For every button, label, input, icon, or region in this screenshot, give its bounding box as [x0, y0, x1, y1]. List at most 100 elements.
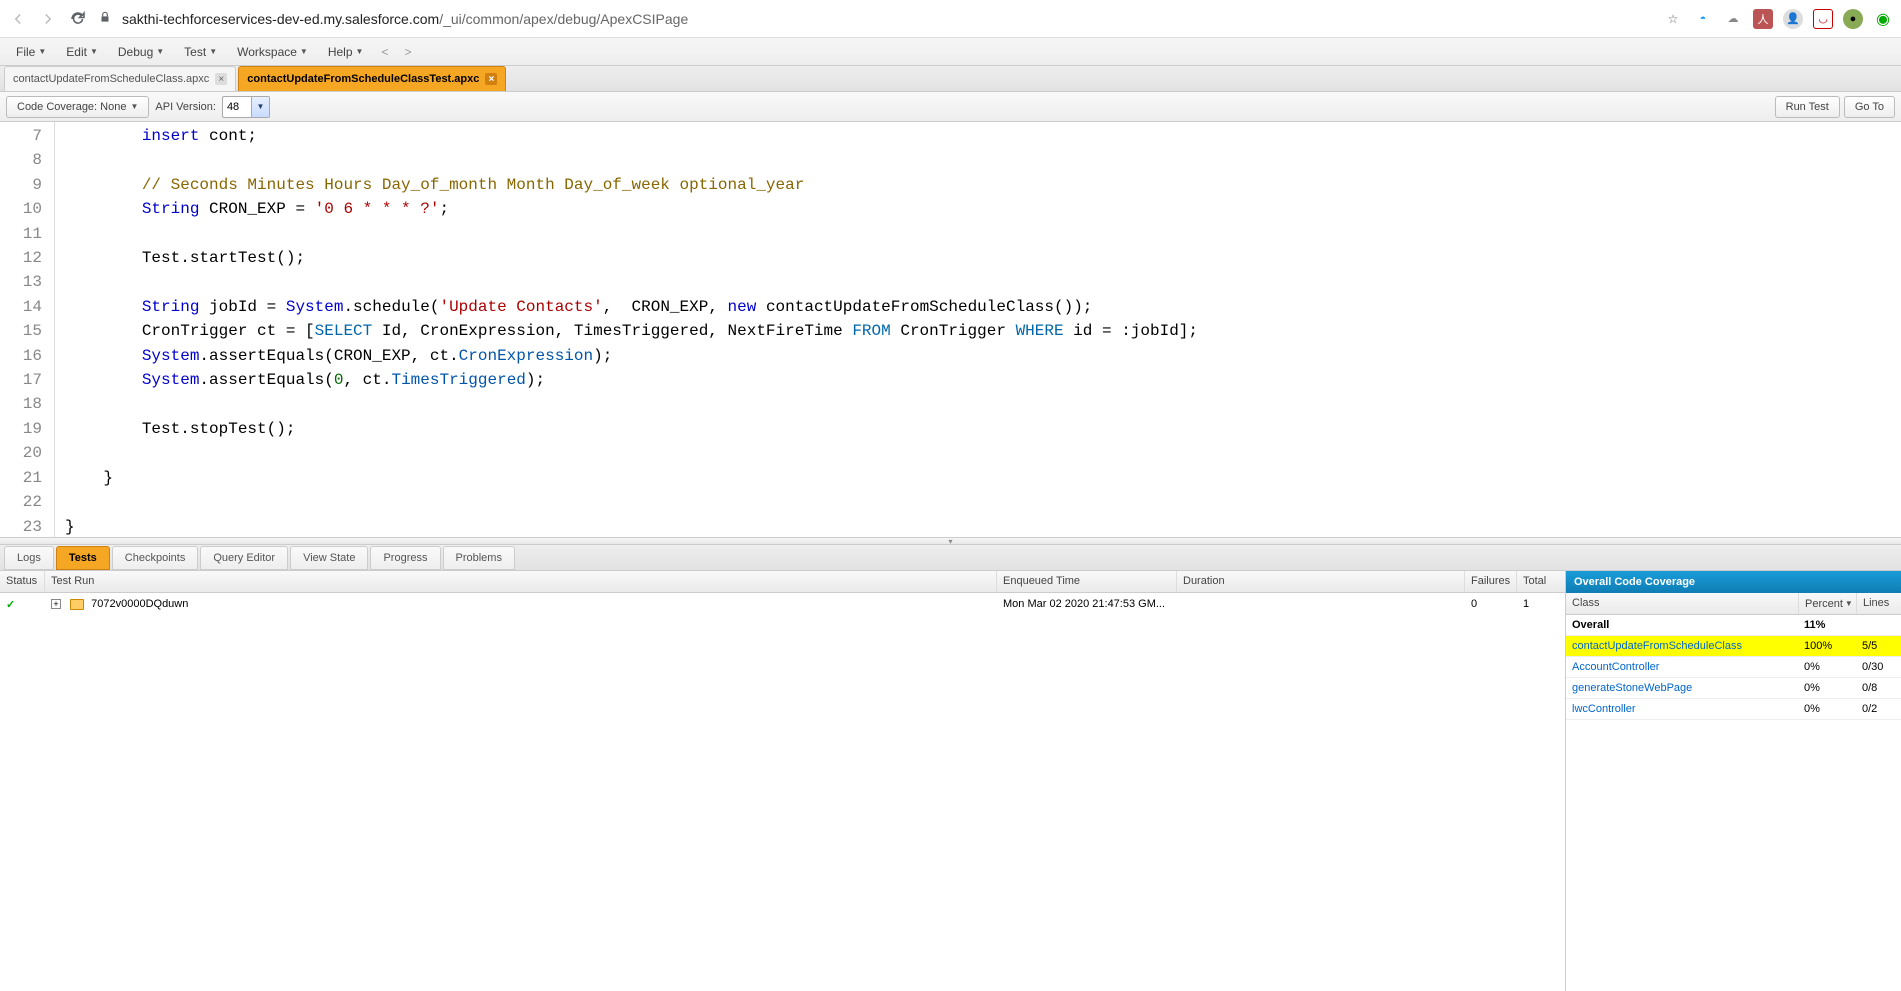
menu-bar: File▼ Edit▼ Debug▼ Test▼ Workspace▼ Help…	[0, 38, 1901, 66]
class-name: Overall	[1566, 616, 1798, 634]
ext-icon-4[interactable]: 👤	[1783, 9, 1803, 29]
browser-bar: sakthi-techforceservices-dev-ed.my.sales…	[0, 0, 1901, 38]
tab-checkpoints[interactable]: Checkpoints	[112, 546, 199, 570]
url-path: /_ui/common/apex/debug/ApexCSIPage	[439, 11, 688, 27]
file-tab-2[interactable]: contactUpdateFromScheduleClassTest.apxc …	[238, 66, 506, 91]
line-gutter: 7891011121314151617181920212223	[0, 122, 55, 537]
expand-icon[interactable]: +	[51, 599, 61, 609]
percent: 0%	[1798, 658, 1856, 676]
tab-problems[interactable]: Problems	[443, 546, 515, 570]
coverage-title: Overall Code Coverage	[1566, 571, 1901, 593]
ext-icon-2[interactable]: ☁	[1723, 9, 1743, 29]
star-icon[interactable]: ☆	[1663, 9, 1683, 29]
coverage-row-overall[interactable]: Overall 11%	[1566, 615, 1901, 636]
avatar-icon[interactable]: ●	[1843, 9, 1863, 29]
test-row[interactable]: ✓ + 7072v0000DQduwn Mon Mar 02 2020 21:4…	[0, 593, 1565, 615]
file-tab-label: contactUpdateFromScheduleClassTest.apxc	[247, 73, 479, 85]
col-percent[interactable]: Percent▼	[1798, 593, 1856, 614]
coverage-panel: Overall Code Coverage Class Percent▼ Lin…	[1566, 571, 1901, 991]
ext-icon-6[interactable]: ◉	[1873, 9, 1893, 29]
percent: 11%	[1798, 616, 1856, 634]
coverage-row[interactable]: contactUpdateFromScheduleClass 100% 5/5	[1566, 636, 1901, 657]
lines: 0/8	[1856, 679, 1901, 697]
ext-icon-3[interactable]: 人	[1753, 9, 1773, 29]
url-domain: sakthi-techforceservices-dev-ed.my.sales…	[122, 11, 439, 27]
col-lines[interactable]: Lines	[1856, 593, 1901, 614]
col-total[interactable]: Total	[1517, 571, 1565, 592]
file-tab-label: contactUpdateFromScheduleClass.apxc	[13, 73, 209, 85]
enqueued-cell: Mon Mar 02 2020 21:47:53 GM...	[997, 595, 1177, 613]
go-to-button[interactable]: Go To	[1844, 96, 1895, 118]
sort-desc-icon: ▼	[1845, 599, 1853, 608]
api-version-input[interactable]	[223, 98, 251, 116]
browser-nav	[8, 9, 88, 29]
col-status[interactable]: Status	[0, 571, 45, 592]
percent: 0%	[1798, 700, 1856, 718]
duration-cell	[1177, 601, 1465, 607]
lock-icon	[98, 10, 112, 27]
failures-cell: 0	[1465, 595, 1517, 613]
file-tabs: contactUpdateFromScheduleClass.apxc × co…	[0, 66, 1901, 92]
class-name: contactUpdateFromScheduleClass	[1566, 637, 1798, 655]
menu-help[interactable]: Help▼	[320, 42, 372, 62]
col-enqueued-time[interactable]: Enqueued Time	[997, 571, 1177, 592]
tab-progress[interactable]: Progress	[370, 546, 440, 570]
reload-icon[interactable]	[68, 9, 88, 29]
folder-icon	[70, 599, 84, 610]
forward-icon[interactable]	[38, 9, 58, 29]
class-name: AccountController	[1566, 658, 1798, 676]
percent: 100%	[1798, 637, 1856, 655]
col-test-run[interactable]: Test Run	[45, 571, 997, 592]
file-tab-1[interactable]: contactUpdateFromScheduleClass.apxc ×	[4, 66, 236, 91]
status-cell: ✓	[0, 595, 45, 614]
editor-toolbar: Code Coverage: None▼ API Version: ▼ Run …	[0, 92, 1901, 122]
close-icon[interactable]: ×	[485, 73, 497, 85]
lines	[1856, 622, 1901, 628]
tab-tests[interactable]: Tests	[56, 546, 110, 570]
back-icon[interactable]	[8, 9, 28, 29]
lines: 0/2	[1856, 700, 1901, 718]
bottom-tabs: Logs Tests Checkpoints Query Editor View…	[0, 545, 1901, 571]
test-results-panel: Status Test Run Enqueued Time Duration F…	[0, 571, 1566, 991]
browser-extensions: ☆ ◓ ☁ 人 👤 ◡ ● ◉	[1663, 9, 1893, 29]
test-results-header: Status Test Run Enqueued Time Duration F…	[0, 571, 1565, 593]
ext-icon-1[interactable]: ◓	[1693, 9, 1713, 29]
lines: 5/5	[1856, 637, 1901, 655]
coverage-header: Class Percent▼ Lines	[1566, 593, 1901, 615]
menu-forward[interactable]: >	[398, 42, 417, 62]
coverage-row[interactable]: lwcController 0% 0/2	[1566, 699, 1901, 720]
menu-file[interactable]: File▼	[8, 42, 54, 62]
panel-splitter[interactable]: ▾	[0, 537, 1901, 545]
address-bar[interactable]: sakthi-techforceservices-dev-ed.my.sales…	[98, 10, 1653, 27]
col-class[interactable]: Class	[1566, 593, 1798, 614]
code-editor[interactable]: 7891011121314151617181920212223 insert c…	[0, 122, 1901, 537]
lines: 0/30	[1856, 658, 1901, 676]
check-icon: ✓	[6, 599, 15, 611]
percent: 0%	[1798, 679, 1856, 697]
menu-debug[interactable]: Debug▼	[110, 42, 172, 62]
coverage-row[interactable]: generateStoneWebPage 0% 0/8	[1566, 678, 1901, 699]
ext-icon-5[interactable]: ◡	[1813, 9, 1833, 29]
menu-test[interactable]: Test▼	[176, 42, 225, 62]
run-test-button[interactable]: Run Test	[1775, 96, 1840, 118]
tab-query-editor[interactable]: Query Editor	[200, 546, 288, 570]
menu-back[interactable]: <	[375, 42, 394, 62]
menu-workspace[interactable]: Workspace▼	[229, 42, 316, 62]
api-version-label: API Version:	[149, 101, 222, 113]
class-name: lwcController	[1566, 700, 1798, 718]
menu-edit[interactable]: Edit▼	[58, 42, 106, 62]
api-version-select[interactable]: ▼	[222, 96, 270, 118]
coverage-row[interactable]: AccountController 0% 0/30	[1566, 657, 1901, 678]
test-id: 7072v0000DQduwn	[91, 598, 188, 610]
col-duration[interactable]: Duration	[1177, 571, 1465, 592]
close-icon[interactable]: ×	[215, 73, 227, 85]
splitter-handle-icon: ▾	[931, 538, 971, 544]
total-cell: 1	[1517, 595, 1565, 613]
class-name: generateStoneWebPage	[1566, 679, 1798, 697]
col-failures[interactable]: Failures	[1465, 571, 1517, 592]
code-content[interactable]: insert cont; // Seconds Minutes Hours Da…	[55, 122, 1901, 537]
code-coverage-dropdown[interactable]: Code Coverage: None▼	[6, 96, 149, 118]
chevron-down-icon[interactable]: ▼	[251, 97, 269, 117]
tab-logs[interactable]: Logs	[4, 546, 54, 570]
tab-view-state[interactable]: View State	[290, 546, 368, 570]
